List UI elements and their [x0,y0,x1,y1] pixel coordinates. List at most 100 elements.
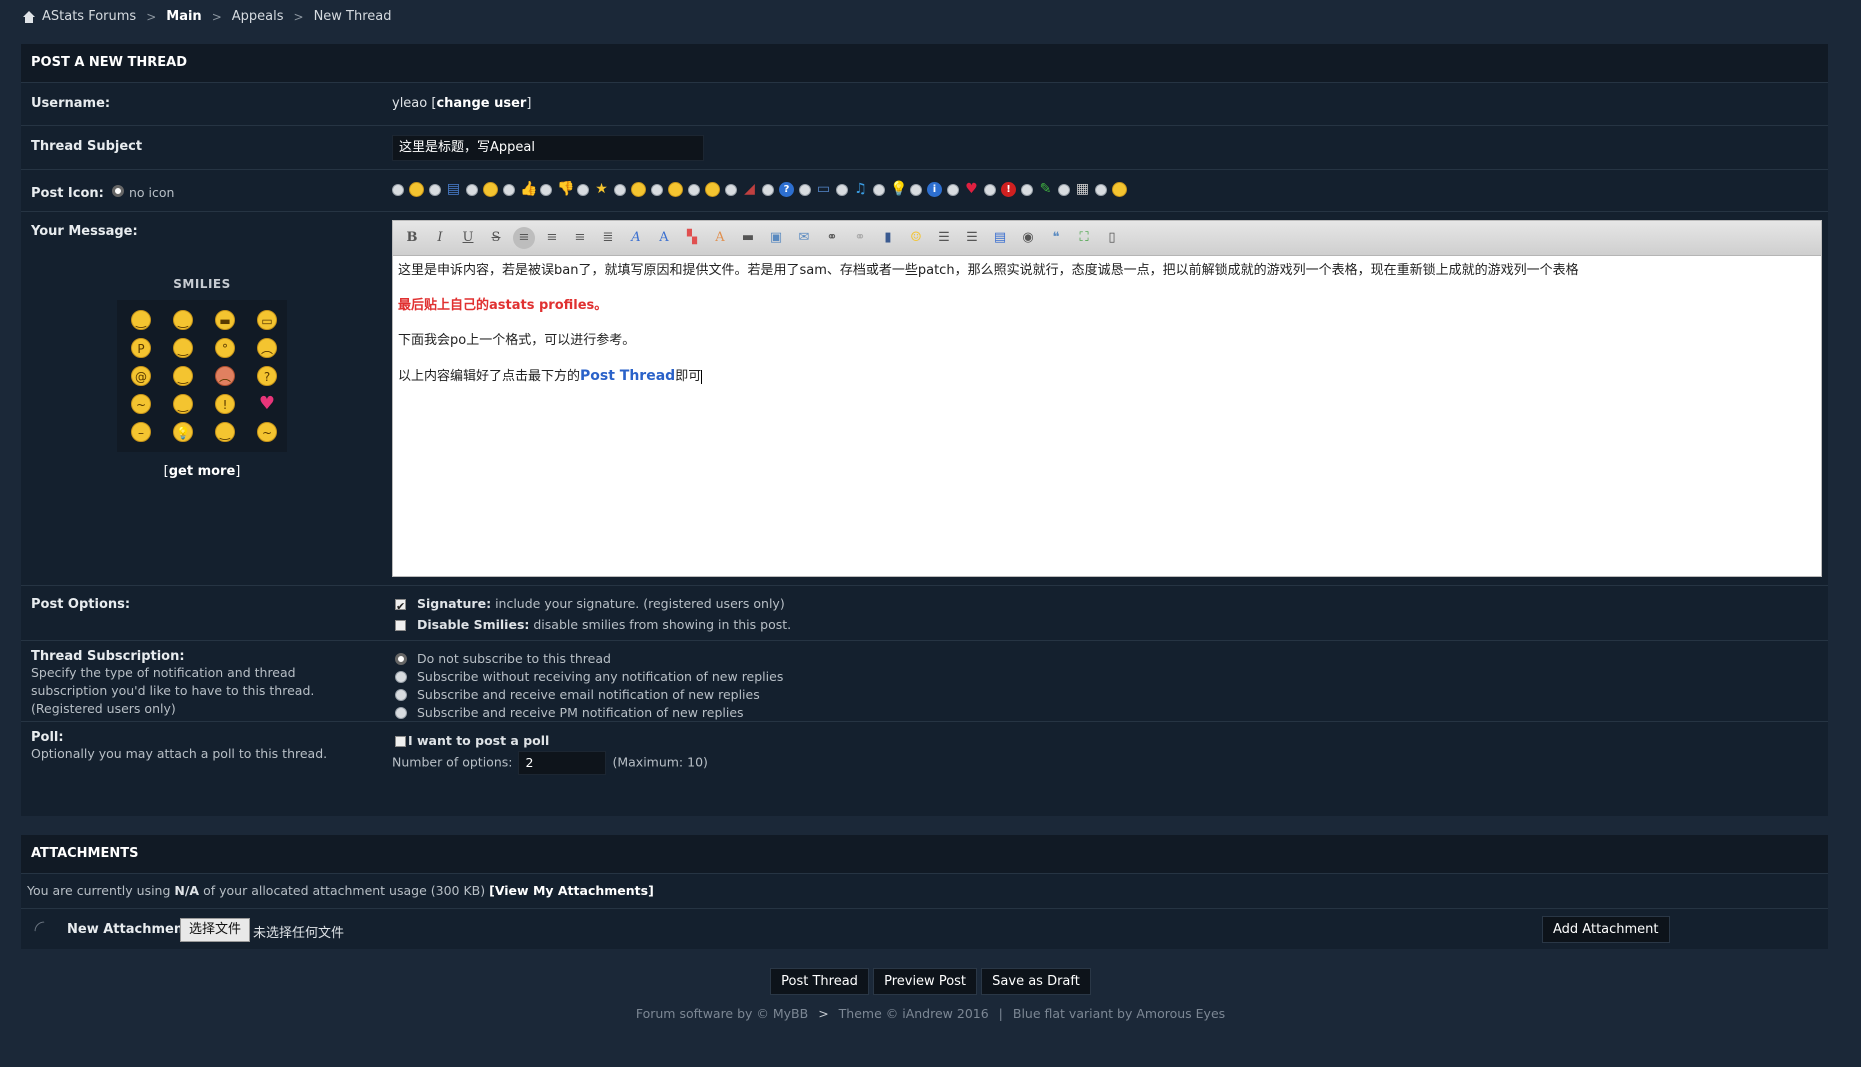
ordered-list-icon[interactable]: ☰ [961,227,983,249]
smiley-exclamation-icon[interactable]: ! [215,394,235,414]
icon-radio[interactable] [503,183,515,196]
video-icon[interactable]: ▮ [877,227,899,249]
save-draft-button[interactable]: Save as Draft [981,968,1091,995]
smiley-sad-icon[interactable]: ︵ [257,338,277,358]
subscription-radio[interactable] [395,707,407,719]
icon-radio[interactable] [1095,183,1107,196]
icon-radio[interactable] [392,183,404,196]
icon-radio[interactable] [984,183,996,196]
bold-icon[interactable]: B [401,227,423,249]
remove-format-icon[interactable]: A [709,227,731,249]
smiley-biggrin-icon[interactable]: ▭ [257,310,277,330]
no-icon-radio[interactable] [112,185,125,197]
poll-options-input[interactable]: 2 [518,751,607,775]
smiley-huh-icon[interactable]: – [131,422,151,442]
icon-radio[interactable] [651,183,663,196]
smiley-confused-icon[interactable]: ? [257,366,277,386]
underline-icon[interactable]: U [457,227,479,249]
icon-radio[interactable] [725,183,737,196]
icon-radio[interactable] [466,183,478,196]
subscription-radio[interactable] [395,671,407,683]
align-center-icon[interactable]: ≡ [541,227,563,249]
smiley-smile-icon[interactable]: ‿ [131,310,151,330]
smiley-happy-icon[interactable]: ‿ [173,338,193,358]
poll-desc: Optionally you may attach a poll to this… [31,746,328,761]
signature-checkbox[interactable] [395,596,406,617]
icon-radio[interactable] [762,183,774,196]
breadcrumb-home[interactable]: AStats Forums [42,9,136,24]
icon-radio[interactable] [1021,183,1033,196]
username-value: yleao [change user] [392,96,532,111]
icon-radio[interactable] [799,183,811,196]
text-caret [701,369,703,384]
maximize-icon[interactable]: ⛶ [1073,227,1095,249]
add-attachment-button[interactable]: Add Attachment [1542,916,1670,943]
icon-radio[interactable] [836,183,848,196]
editor-content[interactable]: 这里是申诉内容，若是被误ban了，就填写原因和提供文件。若是用了sam、存档或者… [393,256,1821,409]
message-line-3: 下面我会po上一个格式，可以进行参考。 [398,333,636,348]
icon-radio[interactable] [910,183,922,196]
smiley-at-icon[interactable]: @ [131,366,151,386]
disable-smilies-checkbox[interactable] [395,620,406,631]
italic-icon[interactable]: I [429,227,451,249]
smiley-undecided-icon[interactable]: ~ [257,422,277,442]
bullet-list-icon[interactable]: ☰ [933,227,955,249]
source-icon[interactable]: ▯ [1101,227,1123,249]
breadcrumb-main[interactable]: Main [166,9,201,24]
icon-radio[interactable] [429,183,441,196]
smiley-angel-icon[interactable]: ‿ [173,366,193,386]
subscription-radio[interactable] [395,653,407,665]
code-icon[interactable]: ▤ [989,227,1011,249]
video-icon: ▦ [1075,181,1090,197]
icon-radio[interactable] [614,183,626,196]
post-thread-button[interactable]: Post Thread [770,968,869,995]
choose-file-button[interactable]: 选择文件 [180,918,251,942]
smilies-grid: ‿ ‿ ▬ ▭ P ‿ ° ︵ @ ‿ ︵ ? ~ ‿ ! ♥ – 💡 ‿ ~ [117,300,287,452]
smiley-sleepy-icon[interactable]: ‿ [215,422,235,442]
icon-radio[interactable] [873,183,885,196]
get-more-link[interactable]: get more [169,464,236,479]
want-poll-checkbox[interactable] [395,736,406,747]
change-user-link[interactable]: change user [436,96,526,111]
emoticon-icon[interactable]: ☺ [905,227,927,249]
new-thread-panel: POST A NEW THREAD Username: yleao [chang… [21,44,1828,816]
font-size-icon[interactable]: A [653,227,675,249]
username-label: Username: [31,96,111,111]
quote-icon[interactable]: ❝ [1045,227,1067,249]
smiley-rolleyes-icon[interactable]: ° [215,338,235,358]
horizontal-rule-icon[interactable]: ▬ [737,227,759,249]
view-attachments-link[interactable]: [View My Attachments] [489,883,654,898]
icon-radio[interactable] [577,183,589,196]
php-icon[interactable]: ◉ [1017,227,1039,249]
home-icon[interactable] [22,10,36,23]
align-right-icon[interactable]: ≡ [569,227,591,249]
font-icon[interactable]: A [625,227,647,249]
smiley-heart-icon[interactable]: ♥ [257,394,277,414]
align-left-icon[interactable]: ≡ [513,227,535,249]
unlink-icon[interactable]: ⚭ [849,227,871,249]
attachments-title: ATTACHMENTS [21,835,1828,874]
subject-input[interactable]: 这里是标题，写Appeal [392,135,704,161]
message-editor[interactable]: B I U S ≡ ≡ ≡ ≣ A A ▚ A ▬ ▣ ✉ ⚭ ⚭ ▮ ☺ ☰ [392,220,1822,577]
email-icon[interactable]: ✉ [793,227,815,249]
justify-icon[interactable]: ≣ [597,227,619,249]
smiley-idea-icon[interactable]: 💡 [173,422,193,442]
breadcrumb-appeals[interactable]: Appeals [232,9,284,24]
subscription-radio[interactable] [395,689,407,701]
link-icon[interactable]: ⚭ [821,227,843,249]
image-icon[interactable]: ▣ [765,227,787,249]
strikethrough-icon[interactable]: S [485,227,507,249]
icon-radio[interactable] [1058,183,1070,196]
smiley-shy-icon[interactable]: ‿ [173,394,193,414]
preview-post-button[interactable]: Preview Post [873,968,978,995]
icon-radio[interactable] [947,183,959,196]
smiley-wink-icon[interactable]: ‿ [173,310,193,330]
smiley-tongue-icon[interactable]: P [131,338,151,358]
smiley-cool-icon[interactable]: ▬ [215,310,235,330]
color-icon[interactable]: ▚ [681,227,703,249]
icon-radio[interactable] [688,183,700,196]
smiley-angry-icon[interactable]: ︵ [215,366,235,386]
smiley-dodgy-icon[interactable]: ~ [131,394,151,414]
icon-radio[interactable] [540,183,552,196]
chevron-right-icon: > [146,9,157,24]
